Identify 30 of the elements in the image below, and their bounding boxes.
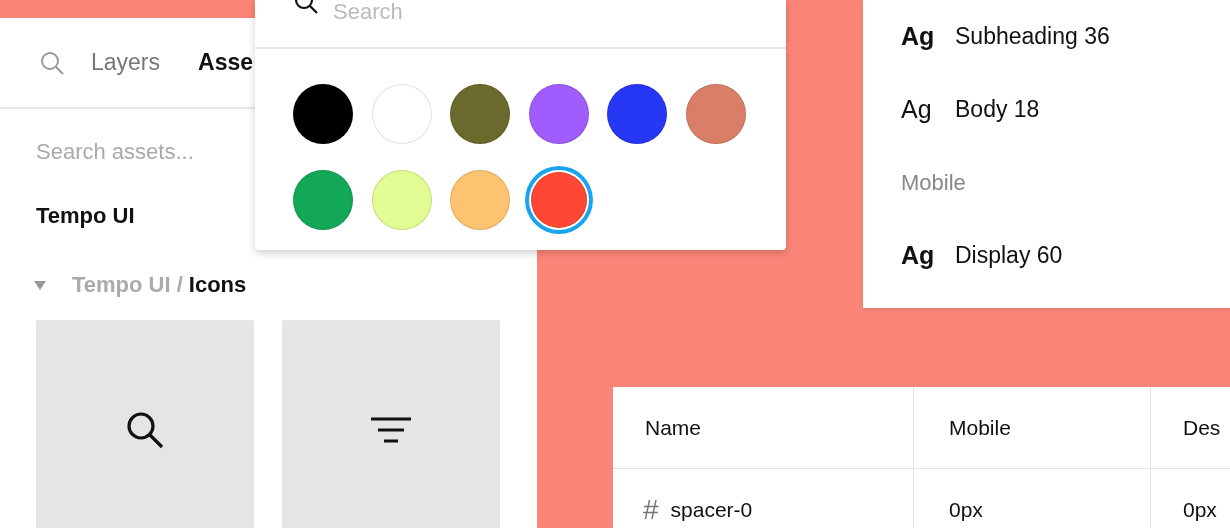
table-cell: spacer-0	[670, 497, 753, 522]
column-header: Mobile	[914, 387, 1151, 468]
type-sample: Ag	[901, 95, 933, 124]
panel-tab[interactable]: Layers	[91, 49, 161, 76]
search-field[interactable]: Search	[333, 0, 533, 24]
type-sample: Ag	[901, 241, 936, 270]
text-style-name[interactable]: Body 18	[955, 96, 1040, 123]
search-icon	[124, 409, 166, 451]
color-swatch[interactable]	[293, 84, 353, 144]
library-title: Tempo UI	[36, 203, 136, 229]
column-header: Des	[1182, 414, 1222, 441]
icon-tile[interactable]	[282, 320, 500, 528]
search-icon	[293, 0, 319, 14]
caret-icon[interactable]	[34, 280, 46, 290]
text-style-name[interactable]: Display 60	[955, 242, 1063, 269]
breadcrumb-current: Icons	[188, 272, 247, 298]
panel-tab[interactable]: Asse	[198, 49, 254, 76]
filter-icon	[371, 416, 411, 444]
text-style-name[interactable]: Subheading 36	[955, 23, 1110, 50]
hash-icon: #	[643, 493, 659, 526]
type-sample: Ag	[901, 22, 936, 51]
column-header: Name	[613, 387, 914, 468]
search-field[interactable]: Search assets...	[36, 139, 256, 165]
color-swatch[interactable]	[293, 170, 353, 230]
group-heading: Mobile	[901, 169, 966, 196]
search-icon[interactable]	[39, 49, 65, 76]
table-cell-text: 0px	[1182, 496, 1218, 523]
color-swatch[interactable]	[530, 172, 587, 228]
icon-tile[interactable]	[36, 320, 254, 528]
table-cell: 0px	[914, 469, 1151, 528]
